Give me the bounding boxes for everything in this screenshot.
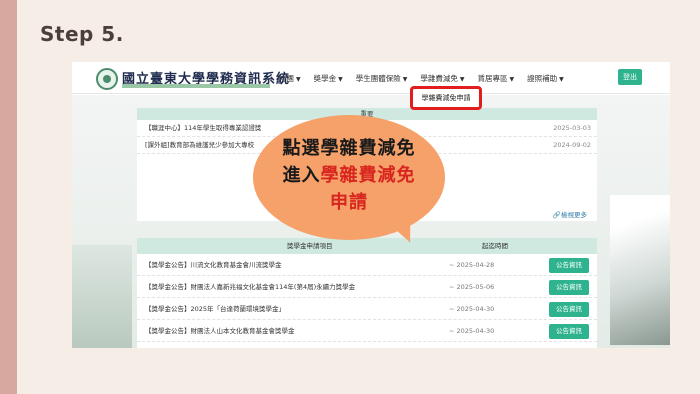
nav-item-insurance[interactable]: 學生團體保險 ▼	[356, 73, 408, 84]
news-title[interactable]: [課外組]教育部為維護兒少參加大專校	[145, 141, 254, 149]
scholarship-table-header: 獎學金申請項目 起迄時間	[137, 238, 597, 254]
announcement-button[interactable]: 公告資訊	[549, 302, 589, 317]
building-image-right	[610, 195, 670, 345]
callout-line-3: 申請	[330, 192, 368, 213]
main-nav: 社團 ▼ 獎學金 ▼ 學生團體保險 ▼ 學雜費減免 ▼ 賃居專區 ▼ 證照補助 ▼	[279, 73, 564, 84]
news-date: 2024-09-02	[553, 141, 591, 149]
logout-button[interactable]: 登出	[618, 69, 642, 85]
news-date: 2025-03-03	[553, 124, 591, 132]
scholarship-title[interactable]: 【獎學金公告】財團法人山本文化教育基金會獎學金	[145, 320, 295, 342]
caret-down-icon: ▼	[559, 76, 564, 83]
site-header: 國立臺東大學學務資訊系統 社團 ▼ 獎學金 ▼ 學生團體保險 ▼ 學雜費減免 ▼ 賃居專…	[72, 62, 670, 94]
nav-label: 社團	[279, 74, 294, 83]
scholarship-date: ~ 2025-04-30	[449, 305, 495, 313]
callout-highlight: 學雜費減免	[320, 165, 416, 186]
callout-line-1: 點選學雜費減免	[282, 138, 416, 159]
nav-label: 獎學金	[313, 74, 337, 83]
nav-item-tuition-waiver[interactable]: 學雜費減免 ▼	[420, 73, 464, 84]
dropdown-item-tuition-waiver-application[interactable]: 學雜費減免申請	[410, 86, 482, 110]
callout-line-2-prefix: 進入	[282, 165, 321, 186]
nav-label: 學生團體保險	[355, 74, 401, 83]
nav-label: 賃居專區	[477, 74, 508, 83]
step-title: Step 5.	[40, 22, 124, 46]
column-header-item: 獎學金申請項目	[287, 242, 333, 250]
nav-label: 學雜費減免	[420, 74, 458, 83]
column-header-time: 起迄時間	[482, 242, 508, 250]
caret-down-icon: ▼	[509, 76, 515, 83]
announcement-button[interactable]: 公告資訊	[549, 280, 589, 295]
scholarship-title[interactable]: 【獎學金公告】2025年「台達荷蘭環境獎學金」	[145, 298, 285, 320]
table-row: 【獎學金公告】2025年「台達荷蘭環境獎學金」 ~ 2025-04-30 公告資…	[137, 298, 597, 320]
scholarship-date: ~ 2025-05-06	[449, 283, 495, 291]
scholarship-title[interactable]: 【獎學金公告】財團法人嘉新兆福文化基金會114年(第4屆)永續力獎學金	[145, 276, 355, 298]
left-accent-bar	[0, 0, 17, 394]
nav-label: 證照補助	[527, 74, 558, 83]
view-more-link[interactable]: 🔗檢視更多	[553, 209, 587, 219]
caret-down-icon: ▼	[402, 76, 408, 83]
building-image-left	[72, 245, 132, 348]
nav-item-clubs[interactable]: 社團 ▼	[279, 73, 301, 84]
scholarship-date: ~ 2025-04-28	[449, 261, 495, 269]
nav-item-housing[interactable]: 賃居專區 ▼	[478, 73, 515, 84]
callout-line-2: 進入學雜費減免	[253, 162, 445, 189]
caret-down-icon: ▼	[296, 76, 301, 83]
scholarship-date: ~ 2025-04-30	[449, 327, 495, 335]
table-row: 【獎學金公告】財團法人山本文化教育基金會獎學金 ~ 2025-04-30 公告資…	[137, 320, 597, 342]
caret-down-icon: ▼	[338, 76, 343, 83]
scholarship-title[interactable]: 【獎學金公告】川流文化教育基金會川流獎學金	[145, 254, 282, 276]
site-title-underline	[122, 84, 270, 88]
table-row: 【獎學金公告】川流文化教育基金會川流獎學金 ~ 2025-04-28 公告資訊	[137, 254, 597, 276]
view-more-label: 檢視更多	[561, 211, 587, 219]
announcement-button[interactable]: 公告資訊	[549, 324, 589, 339]
announcement-button[interactable]: 公告資訊	[549, 258, 589, 273]
news-title[interactable]: 【職涯中心】114年學生取得專業認證獎	[145, 124, 261, 132]
table-row: 【獎學金公告】財團法人嘉新兆福文化基金會114年(第4屆)永續力獎學金 ~ 20…	[137, 276, 597, 298]
scholarship-panel: 獎學金申請項目 起迄時間 【獎學金公告】川流文化教育基金會川流獎學金 ~ 202…	[137, 238, 597, 348]
caret-down-icon: ▼	[459, 76, 465, 83]
university-logo-icon[interactable]	[96, 68, 118, 90]
nav-item-license-subsidy[interactable]: 證照補助 ▼	[527, 73, 564, 84]
callout-text: 點選學雜費減免 進入學雜費減免 申請	[253, 135, 445, 216]
nav-item-scholarship[interactable]: 獎學金 ▼	[314, 73, 343, 84]
